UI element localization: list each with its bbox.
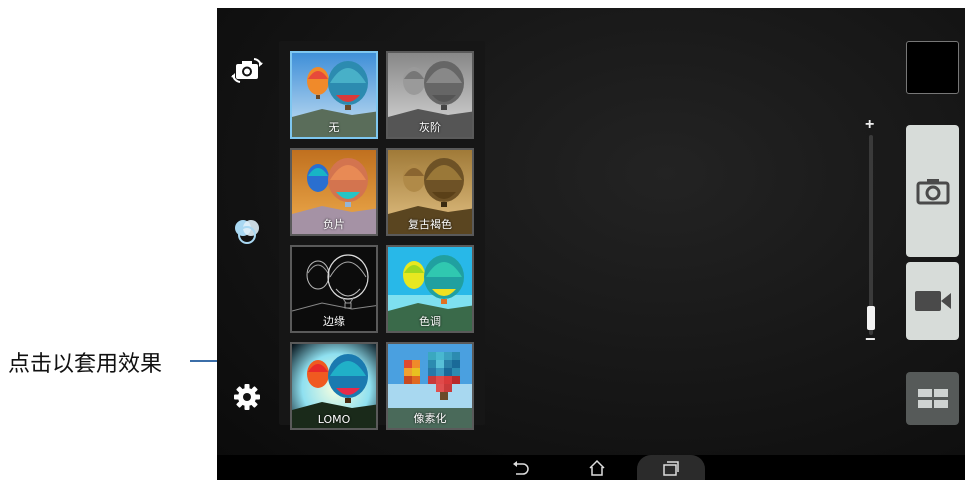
camera-icon (916, 179, 949, 205)
back-icon[interactable] (507, 455, 535, 480)
effect-posterize[interactable]: 色调 (386, 245, 474, 333)
effect-label: 负片 (323, 218, 345, 231)
zoom-out-indicator: − (865, 329, 876, 349)
effects-panel: 无 灰阶 负片 复古褐色 边缘 色调 LOMO 像素化 (279, 41, 485, 430)
annotation-label: 点击以套用效果 (8, 352, 163, 377)
color-effects-icon[interactable] (230, 214, 264, 248)
effect-label: 像素化 (413, 412, 447, 425)
effect-label: LOMO (317, 413, 351, 426)
effect-label: 灰阶 (419, 121, 441, 134)
home-icon[interactable] (583, 455, 611, 480)
effect-label: 边缘 (323, 315, 345, 328)
video-camera-icon (914, 291, 951, 311)
effect-none[interactable]: 无 (290, 51, 378, 139)
effect-negative[interactable]: 负片 (290, 148, 378, 236)
camera-mode-button[interactable] (906, 372, 959, 425)
switch-camera-icon[interactable] (230, 52, 264, 86)
zoom-slider-thumb[interactable] (867, 306, 875, 330)
grid-mode-icon (917, 388, 948, 408)
record-video-button[interactable] (906, 262, 959, 340)
effect-sepia[interactable]: 复古褐色 (386, 148, 474, 236)
left-toolbar (217, 8, 279, 455)
effect-label: 无 (328, 121, 340, 134)
effect-label: 复古褐色 (408, 218, 452, 231)
gallery-preview-thumbnail[interactable] (906, 41, 959, 94)
navigation-bar (217, 455, 965, 480)
effect-sketch[interactable]: 边缘 (290, 245, 378, 333)
gear-icon[interactable] (230, 380, 264, 414)
effect-lomo[interactable]: LOMO (290, 342, 378, 430)
effect-label: 色调 (419, 315, 441, 328)
zoom-slider[interactable] (869, 135, 873, 335)
shutter-button[interactable] (906, 125, 959, 257)
effect-pixelate[interactable]: 像素化 (386, 342, 474, 430)
effect-mono[interactable]: 灰阶 (386, 51, 474, 139)
recent-apps-icon[interactable] (657, 455, 685, 480)
camera-screen: 无 灰阶 负片 复古褐色 边缘 色调 LOMO 像素化 + − (217, 8, 965, 480)
zoom-in-indicator: + (865, 116, 875, 133)
